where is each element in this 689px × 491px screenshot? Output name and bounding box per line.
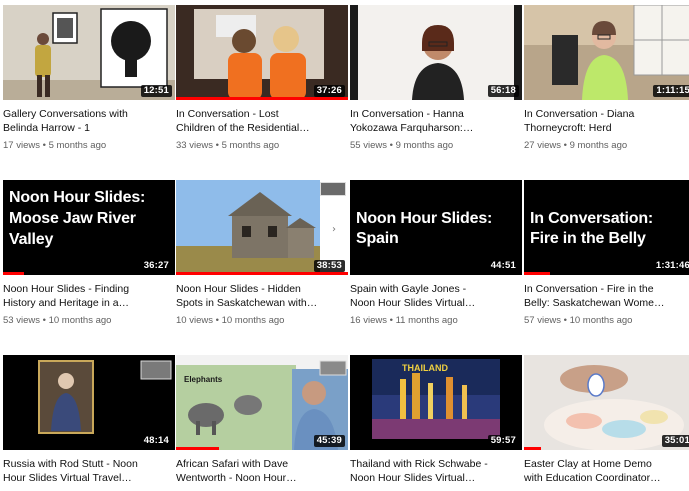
upload-age: 10 months ago xyxy=(48,315,112,326)
video-title[interactable]: In Conversation - Lost Children of the R… xyxy=(176,107,348,135)
upload-age: 9 months ago xyxy=(395,140,454,151)
watch-progress xyxy=(524,272,550,275)
meta-separator: • xyxy=(389,315,393,326)
watch-progress xyxy=(176,272,348,275)
thumbnail-caption: Elephants xyxy=(184,375,223,384)
video-meta: 17 views • 5 months ago xyxy=(3,140,175,152)
video-duration: 44:51 xyxy=(487,260,519,272)
meta-separator: • xyxy=(42,140,46,151)
video-duration: 56:18 xyxy=(487,85,519,97)
video-card[interactable]: 56:18 In Conversation - Hanna Yokozawa F… xyxy=(350,5,522,152)
video-title[interactable]: Russia with Rod Stutt - Noon Hour Slides… xyxy=(3,457,175,485)
slide-title-line: Valley xyxy=(9,231,54,248)
video-card[interactable]: Elephants 45:39 African Safari with Dave… xyxy=(176,355,348,485)
video-duration: 45:39 xyxy=(313,435,345,447)
view-count: 27 views xyxy=(524,140,561,151)
video-thumbnail[interactable]: 1:11:15 xyxy=(524,5,689,100)
video-meta: 57 views • 10 months ago xyxy=(524,315,689,327)
upload-age: 5 months ago xyxy=(221,140,280,151)
meta-separator: • xyxy=(563,140,567,151)
video-title[interactable]: Easter Clay at Home Demo with Education … xyxy=(524,457,689,485)
slide-title-line: Spain xyxy=(356,230,399,247)
slide-title-line: In Conversation: xyxy=(530,210,654,227)
video-thumbnail[interactable]: THAILAND 59:57 xyxy=(350,355,522,450)
video-meta: 33 views • 5 months ago xyxy=(176,140,348,152)
video-thumbnail[interactable]: Noon Hour Slides: Spain 44:51 xyxy=(350,180,522,275)
view-count: 17 views xyxy=(3,140,40,151)
video-thumbnail[interactable]: 12:51 xyxy=(3,5,175,100)
video-duration: 1:31:46 xyxy=(652,260,689,272)
slide-title-line: Fire in the Belly xyxy=(530,230,646,247)
view-count: 55 views xyxy=(350,140,387,151)
video-duration: 1:11:15 xyxy=(653,85,689,97)
video-card[interactable]: 12:51 Gallery Conversations with Belinda… xyxy=(3,5,175,152)
video-duration: 35:01 xyxy=(661,435,689,447)
watch-progress xyxy=(524,447,542,450)
video-card[interactable]: 48:14 Russia with Rod Stutt - Noon Hour … xyxy=(3,355,175,485)
video-card[interactable]: 35:01 Easter Clay at Home Demo with Educ… xyxy=(524,355,689,485)
meta-separator: • xyxy=(215,315,219,326)
video-title[interactable]: In Conversation - Fire in the Belly: Sas… xyxy=(524,282,689,310)
video-duration: 36:27 xyxy=(140,260,172,272)
video-duration: 59:57 xyxy=(487,435,519,447)
view-count: 16 views xyxy=(350,315,387,326)
video-meta: 53 views • 10 months ago xyxy=(3,315,175,327)
video-card[interactable]: Noon Hour Slides: Moose Jaw River Valley… xyxy=(3,180,175,327)
meta-separator: • xyxy=(389,140,393,151)
watch-progress xyxy=(176,97,348,100)
video-thumbnail[interactable]: 37:26 xyxy=(176,5,348,100)
video-card[interactable]: THAILAND 59:57 Thailand with Rick Schwab… xyxy=(350,355,522,485)
video-title[interactable]: African Safari with Dave Wentworth - Noo… xyxy=(176,457,348,485)
video-thumbnail[interactable]: Elephants 45:39 xyxy=(176,355,348,450)
video-title[interactable]: Thailand with Rick Schwabe - Noon Hour S… xyxy=(350,457,522,485)
webcam-inset xyxy=(320,182,346,196)
video-meta: 10 views • 10 months ago xyxy=(176,315,348,327)
video-duration: 12:51 xyxy=(140,85,172,97)
slide-title-line: Noon Hour Slides: xyxy=(356,210,493,227)
slide-title-line: Noon Hour Slides: xyxy=(9,189,146,206)
video-duration: 48:14 xyxy=(140,435,172,447)
view-count: 53 views xyxy=(3,315,40,326)
video-thumbnail[interactable]: 48:14 xyxy=(3,355,175,450)
slide-title-line: Moose Jaw River xyxy=(9,210,136,227)
thumbnail-caption: THAILAND xyxy=(402,363,448,373)
video-meta: 27 views • 9 months ago xyxy=(524,140,689,152)
video-grid: 12:51 Gallery Conversations with Belinda… xyxy=(0,0,689,491)
video-title[interactable]: Noon Hour Slides - Hidden Spots in Saska… xyxy=(176,282,348,310)
meta-separator: • xyxy=(563,315,567,326)
video-thumbnail[interactable]: In Conversation: Fire in the Belly 1:31:… xyxy=(524,180,689,275)
meta-separator: • xyxy=(42,315,46,326)
video-title[interactable]: Gallery Conversations with Belinda Harro… xyxy=(3,107,175,135)
video-card[interactable]: Noon Hour Slides: Spain 44:51 Spain with… xyxy=(350,180,522,327)
watch-progress xyxy=(176,447,219,450)
meta-separator: • xyxy=(215,140,219,151)
video-title[interactable]: In Conversation - Hanna Yokozawa Farquha… xyxy=(350,107,522,135)
video-title[interactable]: In Conversation - Diana Thorneycroft: He… xyxy=(524,107,689,135)
video-thumbnail[interactable]: Noon Hour Slides: Moose Jaw River Valley… xyxy=(3,180,175,275)
upload-age: 10 months ago xyxy=(569,315,633,326)
view-count: 57 views xyxy=(524,315,561,326)
view-count: 10 views xyxy=(176,315,213,326)
video-card[interactable]: In Conversation: Fire in the Belly 1:31:… xyxy=(524,180,689,327)
video-title[interactable]: Spain with Gayle Jones - Noon Hour Slide… xyxy=(350,282,522,310)
view-count: 33 views xyxy=(176,140,213,151)
video-meta: 16 views • 11 months ago xyxy=(350,315,522,327)
video-duration: 38:53 xyxy=(313,260,345,272)
video-thumbnail[interactable]: 56:18 xyxy=(350,5,522,100)
video-card[interactable]: 37:26 In Conversation - Lost Children of… xyxy=(176,5,348,152)
upload-age: 9 months ago xyxy=(569,140,628,151)
svg-text:›: › xyxy=(332,224,336,235)
video-card[interactable]: › 38:53 Noon Hour Slides - Hidden Spots … xyxy=(176,180,348,327)
video-thumbnail[interactable]: 35:01 xyxy=(524,355,689,450)
video-meta: 55 views • 9 months ago xyxy=(350,140,522,152)
watch-progress xyxy=(3,272,24,275)
video-card[interactable]: 1:11:15 In Conversation - Diana Thorneyc… xyxy=(524,5,689,152)
upload-age: 5 months ago xyxy=(48,140,107,151)
video-thumbnail[interactable]: › 38:53 xyxy=(176,180,348,275)
upload-age: 10 months ago xyxy=(221,315,285,326)
upload-age: 11 months ago xyxy=(395,315,458,326)
video-title[interactable]: Noon Hour Slides - Finding History and H… xyxy=(3,282,175,310)
video-duration: 37:26 xyxy=(313,85,345,97)
